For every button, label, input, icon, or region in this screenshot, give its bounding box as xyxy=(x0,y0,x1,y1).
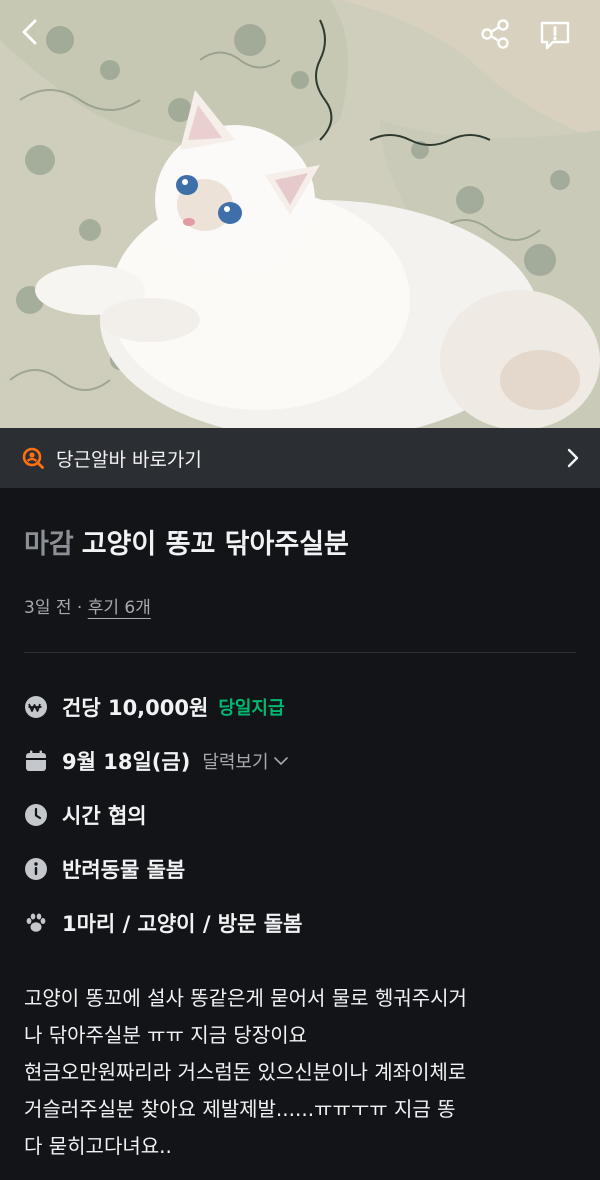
won-icon xyxy=(25,696,47,718)
info-icon xyxy=(25,858,47,880)
status-badge: 마감 xyxy=(24,529,74,560)
chevron-left-icon xyxy=(22,19,37,45)
banner-label: 당근알바 바로가기 xyxy=(56,448,202,471)
calendar-view-link[interactable]: 달력보기 xyxy=(202,748,288,774)
description-line: 고양이 똥꼬에 설사 똥같은게 묻어서 물로 헹궈주시거 xyxy=(24,986,467,1010)
description-line: 나 닦아주실분 ㅠㅠ 지금 당장이요 xyxy=(24,1023,308,1047)
chevron-down-icon xyxy=(273,757,288,765)
pay-text: 건당 10,000원 xyxy=(62,696,209,720)
daangn-alba-banner[interactable]: 당근알바 바로가기 xyxy=(0,428,600,488)
page-title: 마감 고양이 똥꼬 닦아주실분 xyxy=(24,522,349,561)
chevron-right-icon xyxy=(567,448,579,468)
time-text: 시간 협의 xyxy=(62,804,147,828)
pet-text: 1마리 / 고양이 / 방문 돌봄 xyxy=(62,912,303,936)
pet-row: 1마리 / 고양이 / 방문 돌봄 xyxy=(22,908,302,938)
paw-icon xyxy=(26,913,46,932)
time-row: 시간 협의 xyxy=(22,800,147,830)
calendar-icon xyxy=(26,750,46,771)
reviews-link[interactable]: 후기 6개 xyxy=(88,598,151,618)
date-row: 9월 18일(금) 달력보기 xyxy=(22,746,289,776)
post-meta: 3일 전 · 후기 6개 xyxy=(24,593,151,618)
description-line: 거슬러주실분 찾아요 제발제발......ㅠㅠㅜㅠ 지금 똥 xyxy=(24,1097,456,1121)
clock-icon xyxy=(25,804,47,826)
description-line: 다 묻히고다녀요.. xyxy=(24,1134,172,1158)
meta-separator: · xyxy=(76,598,83,618)
posted-time: 3일 전 xyxy=(24,598,72,618)
pay-row: 건당 10,000원 당일지급 xyxy=(22,692,285,722)
post-description: 고양이 똥꼬에 설사 똥같은게 묻어서 물로 헹궈주시거 나 닦아주실분 ㅠㅠ … xyxy=(24,980,580,1165)
pay-tag: 당일지급 xyxy=(218,698,285,719)
report-icon xyxy=(540,21,570,50)
share-button[interactable] xyxy=(479,18,523,62)
divider xyxy=(24,652,576,653)
description-line: 현금오만원짜리라 거스럼돈 있으신분이나 계좌이체로 xyxy=(24,1060,467,1084)
search-person-icon xyxy=(22,447,44,469)
calendar-link-label: 달력보기 xyxy=(202,752,269,773)
category-row: 반려동물 돌봄 xyxy=(22,854,185,884)
back-button[interactable] xyxy=(18,18,62,62)
hero-photo[interactable] xyxy=(0,0,600,428)
category-text: 반려동물 돌봄 xyxy=(62,858,186,882)
share-icon xyxy=(481,19,509,49)
report-button[interactable] xyxy=(538,18,582,62)
cat-photo-image xyxy=(0,0,600,428)
post-title: 고양이 똥꼬 닦아주실분 xyxy=(81,529,349,560)
date-text: 9월 18일(금) xyxy=(62,750,191,774)
